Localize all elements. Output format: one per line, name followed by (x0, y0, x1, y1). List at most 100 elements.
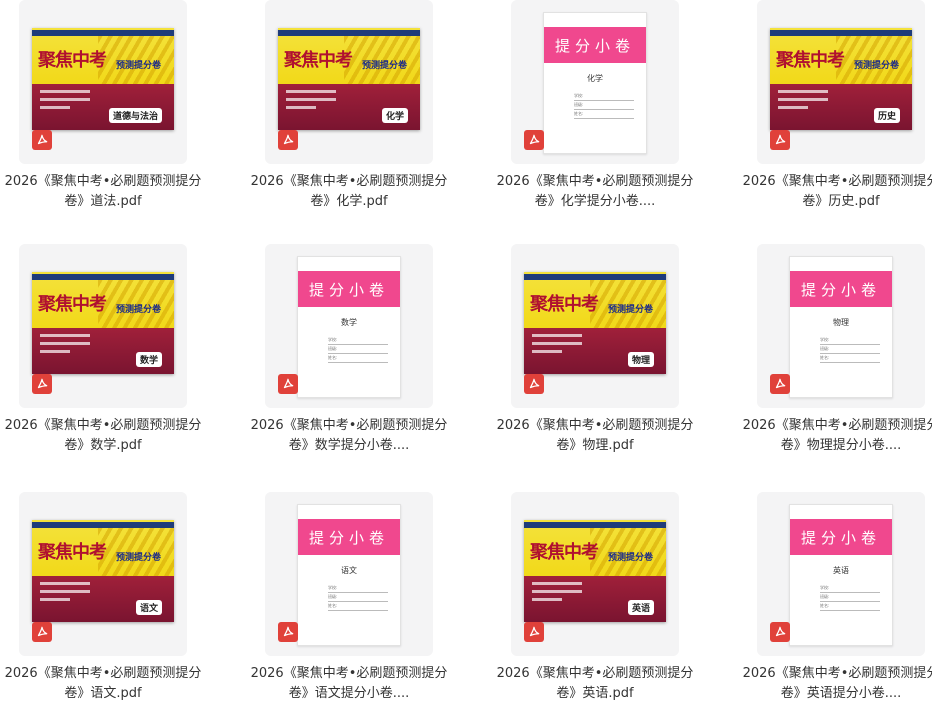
book-cover-image: 聚焦中考 预测提分卷 历史 (770, 28, 912, 130)
pdf-icon (278, 622, 298, 642)
paper-field: 姓名: (820, 355, 880, 363)
cover-subtitle: 预测提分卷 (854, 61, 900, 71)
paper-subject: 数学 (341, 318, 357, 327)
book-cover-image: 聚焦中考 预测提分卷 道德与法治 (32, 28, 174, 130)
paper-title: 提分小卷 (790, 271, 892, 307)
cover-subtitle: 预测提分卷 (608, 305, 654, 315)
book-cover-image: 聚焦中考 预测提分卷 英语 (524, 520, 666, 622)
file-item[interactable]: 提分小卷化学学校: 班级: 姓名: 2026《聚焦中考•必刷题预测提分卷》化学提分小卷… (492, 0, 738, 230)
file-thumbnail[interactable]: 提分小卷 语文 学校: 班级: 姓名: (265, 492, 433, 656)
paper-field: 班级: (820, 594, 880, 602)
paper-title: 提分小卷 (544, 27, 646, 63)
paper-field: 学校: (328, 337, 388, 345)
file-name[interactable]: 2026《聚焦中考•必刷题预测提分卷》化学提分小卷.... (492, 172, 698, 212)
paper-field: 班级: (820, 346, 880, 354)
file-name[interactable]: 2026《聚焦中考•必刷题预测提分卷》物理提分小卷.... (738, 416, 932, 456)
pdf-icon (32, 374, 52, 394)
paper-cover-image: 提分小卷数学学校: 班级: 姓名: (297, 256, 401, 398)
file-item[interactable]: 聚焦中考 预测提分卷化学 2026《聚焦中考•必刷题预测提分卷》化学.pdf (246, 0, 492, 230)
file-thumbnail[interactable]: 聚焦中考 预测提分卷化学 (265, 0, 433, 164)
paper-subject: 化学 (587, 74, 603, 83)
paper-field: 学校: (820, 337, 880, 345)
cover-title: 聚焦中考 (38, 542, 107, 563)
file-item[interactable]: 提分小卷 语文 学校: 班级: 姓名: 2026《聚焦中考•必刷题预测提分卷》语文提分小卷… (246, 492, 492, 722)
cover-subtitle: 预测提分卷 (116, 553, 162, 563)
file-name[interactable]: 2026《聚焦中考•必刷题预测提分卷》语文.pdf (0, 664, 206, 704)
cover-title: 聚焦中考 (38, 50, 107, 71)
pdf-icon (278, 130, 298, 150)
file-item[interactable]: 提分小卷英语学校: 班级: 姓名: 2026《聚焦中考•必刷题预测提分卷》英语提分小卷… (738, 492, 932, 722)
file-thumbnail[interactable]: 聚焦中考 预测提分卷物理 (511, 244, 679, 408)
paper-title: 提分小卷 (298, 519, 400, 555)
file-name[interactable]: 2026《聚焦中考•必刷题预测提分卷》数学.pdf (0, 416, 206, 456)
book-cover-image: 聚焦中考 预测提分卷语文 (32, 520, 174, 622)
paper-subject: 英语 (833, 566, 849, 575)
cover-subject-tag: 道德与法治 (108, 108, 162, 123)
file-thumbnail[interactable]: 聚焦中考 预测提分卷 道德与法治 (19, 0, 187, 164)
file-item[interactable]: 聚焦中考 预测提分卷 历史 2026《聚焦中考•必刷题预测提分卷》历史.pdf (738, 0, 932, 230)
cover-title: 聚焦中考 (530, 542, 599, 563)
file-thumbnail[interactable]: 聚焦中考 预测提分卷 英语 (511, 492, 679, 656)
paper-field: 姓名: (820, 603, 880, 611)
paper-cover-image: 提分小卷 语文 学校: 班级: 姓名: (297, 504, 401, 646)
cover-title: 聚焦中考 (284, 50, 353, 71)
pdf-icon (32, 130, 52, 150)
file-thumbnail[interactable]: 聚焦中考 预测提分卷 历史 (757, 0, 925, 164)
file-name[interactable]: 2026《聚焦中考•必刷题预测提分卷》语文提分小卷.... (246, 664, 452, 704)
cover-title: 聚焦中考 (38, 294, 107, 315)
cover-subject-tag: 语文 (135, 600, 162, 615)
file-thumbnail[interactable]: 提分小卷英语学校: 班级: 姓名: (757, 492, 925, 656)
paper-field: 姓名: (328, 603, 388, 611)
pdf-icon (770, 622, 790, 642)
file-item[interactable]: 提分小卷数学学校: 班级: 姓名: 2026《聚焦中考•必刷题预测提分卷》数学提分小卷… (246, 244, 492, 474)
file-item[interactable]: 聚焦中考 预测提分卷 英语 2026《聚焦中考•必刷题预测提分卷》英语.pdf (492, 492, 738, 722)
pdf-icon (524, 130, 544, 150)
cover-subtitle: 预测提分卷 (362, 61, 408, 71)
file-item[interactable]: 聚焦中考 预测提分卷 道德与法治 2026《聚焦中考•必刷题预测提分卷》道法.pdf (0, 0, 246, 230)
pdf-icon (524, 374, 544, 394)
file-name[interactable]: 2026《聚焦中考•必刷题预测提分卷》化学.pdf (246, 172, 452, 212)
file-thumbnail[interactable]: 聚焦中考 预测提分卷 数学 (19, 244, 187, 408)
paper-field: 姓名: (574, 111, 634, 119)
file-name[interactable]: 2026《聚焦中考•必刷题预测提分卷》历史.pdf (738, 172, 932, 212)
file-name[interactable]: 2026《聚焦中考•必刷题预测提分卷》数学提分小卷.... (246, 416, 452, 456)
file-name[interactable]: 2026《聚焦中考•必刷题预测提分卷》物理.pdf (492, 416, 698, 456)
paper-cover-image: 提分小卷 物理 学校: 班级: 姓名: (789, 256, 893, 398)
cover-subtitle: 预测提分卷 (116, 305, 162, 315)
file-item[interactable]: 聚焦中考 预测提分卷 数学 2026《聚焦中考•必刷题预测提分卷》数学.pdf (0, 244, 246, 474)
cover-subject-tag: 化学 (381, 108, 408, 123)
pdf-icon (524, 622, 544, 642)
file-thumbnail[interactable]: 提分小卷数学学校: 班级: 姓名: (265, 244, 433, 408)
cover-title: 聚焦中考 (530, 294, 599, 315)
paper-field: 班级: (574, 102, 634, 110)
file-item[interactable]: 聚焦中考 预测提分卷物理 2026《聚焦中考•必刷题预测提分卷》物理.pdf (492, 244, 738, 474)
file-thumbnail[interactable]: 提分小卷 物理 学校: 班级: 姓名: (757, 244, 925, 408)
file-thumbnail[interactable]: 提分小卷化学学校: 班级: 姓名: (511, 0, 679, 164)
paper-title: 提分小卷 (790, 519, 892, 555)
book-cover-image: 聚焦中考 预测提分卷物理 (524, 272, 666, 374)
cover-subject-tag: 物理 (627, 352, 654, 367)
paper-field: 学校: (820, 585, 880, 593)
cover-subject-tag: 英语 (627, 600, 654, 615)
file-grid: 聚焦中考 预测提分卷 道德与法治 2026《聚焦中考•必刷题预测提分卷》道法.pdf 聚… (0, 0, 932, 721)
file-thumbnail[interactable]: 聚焦中考 预测提分卷语文 (19, 492, 187, 656)
paper-field: 姓名: (328, 355, 388, 363)
file-item[interactable]: 提分小卷 物理 学校: 班级: 姓名: 2026《聚焦中考•必刷题预测提分卷》物理提分小卷… (738, 244, 932, 474)
paper-field: 学校: (328, 585, 388, 593)
pdf-icon (32, 622, 52, 642)
paper-field: 班级: (328, 346, 388, 354)
book-cover-image: 聚焦中考 预测提分卷 数学 (32, 272, 174, 374)
cover-subject-tag: 历史 (873, 108, 900, 123)
book-cover-image: 聚焦中考 预测提分卷化学 (278, 28, 420, 130)
paper-field: 学校: (574, 93, 634, 101)
file-name[interactable]: 2026《聚焦中考•必刷题预测提分卷》英语.pdf (492, 664, 698, 704)
file-item[interactable]: 聚焦中考 预测提分卷语文 2026《聚焦中考•必刷题预测提分卷》语文.pdf (0, 492, 246, 722)
file-name[interactable]: 2026《聚焦中考•必刷题预测提分卷》道法.pdf (0, 172, 206, 212)
paper-cover-image: 提分小卷化学学校: 班级: 姓名: (543, 12, 647, 154)
pdf-icon (278, 374, 298, 394)
pdf-icon (770, 130, 790, 150)
file-name[interactable]: 2026《聚焦中考•必刷题预测提分卷》英语提分小卷.... (738, 664, 932, 704)
paper-cover-image: 提分小卷英语学校: 班级: 姓名: (789, 504, 893, 646)
paper-field: 班级: (328, 594, 388, 602)
paper-title: 提分小卷 (298, 271, 400, 307)
